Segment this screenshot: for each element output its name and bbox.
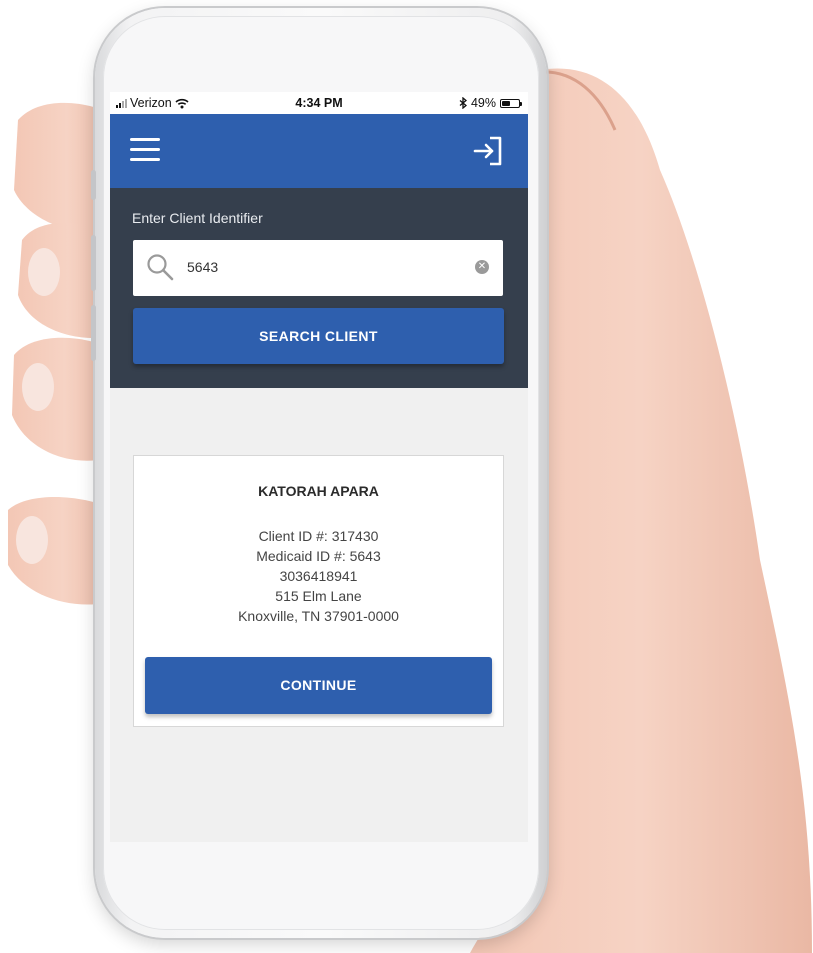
clear-icon[interactable]: ✕ (475, 260, 489, 274)
battery-percent: 49% (470, 96, 496, 110)
client-address-line2: Knoxville, TN 37901-0000 (238, 608, 399, 624)
continue-button[interactable]: CONTINUE (145, 657, 492, 714)
client-phone: 3036418941 (279, 568, 358, 584)
search-box: ✕ (133, 240, 503, 296)
status-right: 49% (459, 96, 522, 110)
search-icon (147, 254, 174, 281)
client-address-line1: 515 Elm Lane (275, 588, 362, 604)
search-client-button[interactable]: SEARCH CLIENT (133, 308, 504, 364)
phone-volume-up-button (91, 235, 96, 291)
client-identifier-input[interactable] (187, 253, 457, 281)
client-name: KATORAH APARA (258, 483, 379, 499)
client-result-card: KATORAH APARA Client ID #: 317430 Medica… (133, 455, 504, 727)
status-bar: Verizon 4:34 PM 49% (110, 92, 528, 114)
client-identifier-label: Enter Client Identifier (132, 210, 263, 226)
medicaid-id: Medicaid ID #: 5643 (256, 548, 381, 564)
logout-arrow-icon[interactable] (472, 134, 504, 168)
hamburger-menu-icon[interactable] (130, 138, 160, 164)
search-panel: Enter Client Identifier ✕ SEARCH CLIENT (110, 188, 528, 388)
client-details: Client ID #: 317430 Medicaid ID #: 5643 … (134, 526, 503, 626)
phone-side-button (91, 170, 96, 200)
battery-icon (500, 98, 522, 108)
phone-volume-down-button (91, 305, 96, 361)
phone-screen: Verizon 4:34 PM 49% Enter Client Identif… (110, 92, 528, 842)
client-id: Client ID #: 317430 (258, 528, 379, 544)
bluetooth-icon (459, 97, 467, 109)
app-header (110, 114, 528, 188)
